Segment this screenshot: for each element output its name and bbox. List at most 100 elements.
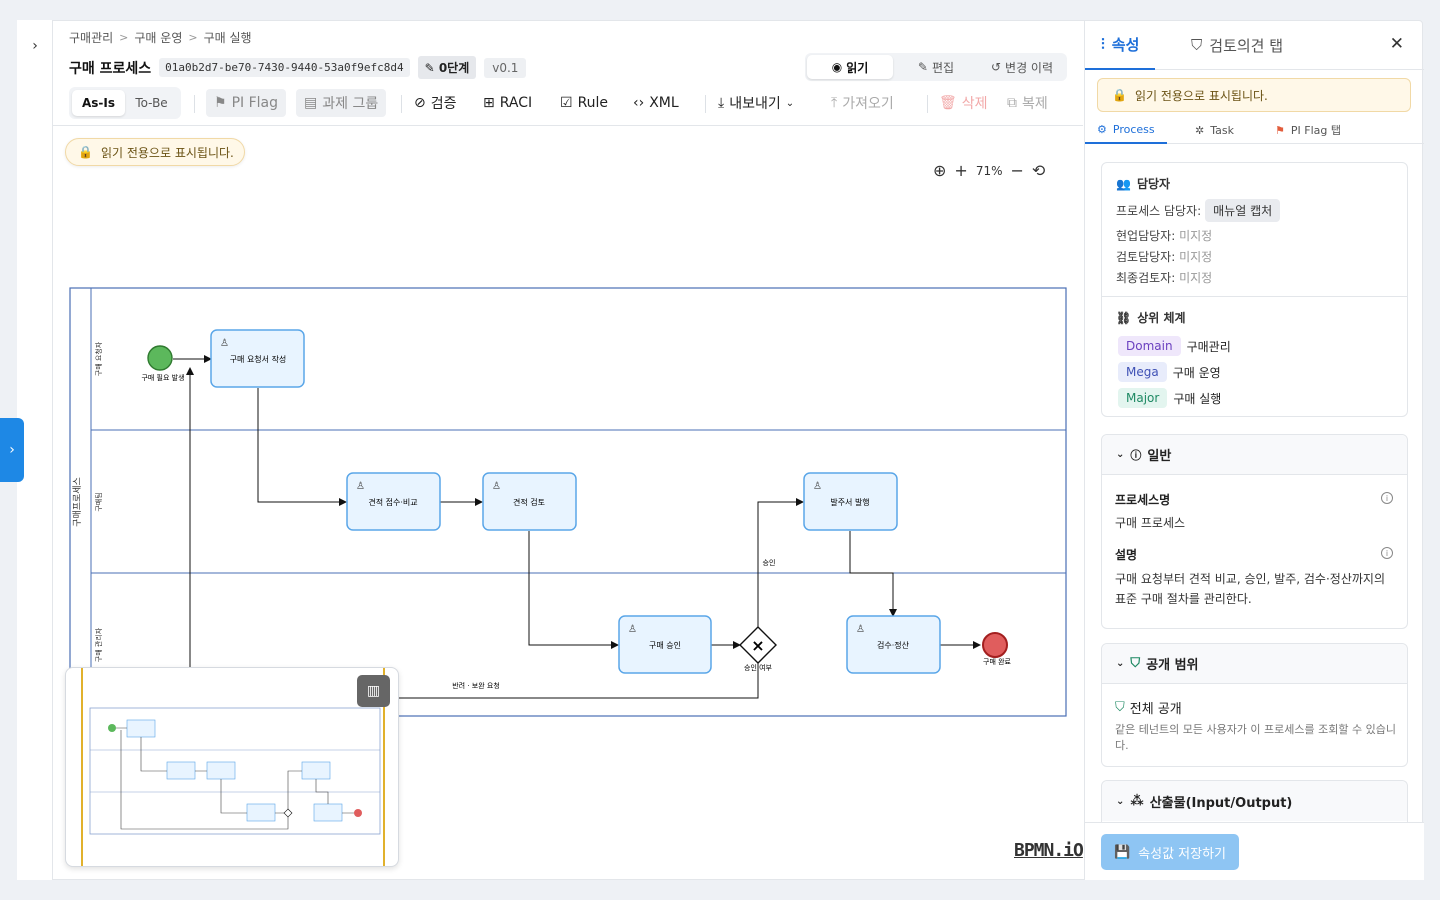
process-name-label: 프로세스명 [1115,493,1171,507]
hierarchy-list: Domain 구매관리 Mega 구매 운영 Major 구매 실행 [1118,333,1231,411]
bpmn-io-logo[interactable]: BPMN.iO [1014,840,1084,861]
subtab-task[interactable]: ✲ Task [1183,116,1246,144]
owner-card: 👥 담당자 프로세스 담당자: 매뉴얼 캡처 현업담당자: 미지정 검토담당자: … [1101,162,1408,417]
description-value: 구매 요청부터 견적 비교, 승인, 발주, 검수·정산까지의 표준 구매 절차… [1115,572,1385,606]
info-icon[interactable]: i [1381,492,1393,504]
zoom-in-icon[interactable]: + [954,161,967,180]
task-t1[interactable]: ♙ 구매 요청서 작성 [210,329,305,388]
task-icon: ✲ [1195,123,1205,137]
task-label: 구매 승인 [649,640,681,650]
user-task-icon: ♙ [813,481,822,492]
user-task-icon: ♙ [856,624,865,635]
zoom-level: 71% [975,163,1003,178]
hierarchy-icon: ⛓ [1116,310,1132,325]
minimap-toggle-button[interactable]: ▥ [357,675,390,707]
panel-readonly-banner: 🔒 읽기 전용으로 표시됩니다. [1097,78,1411,112]
general-header[interactable]: ⌄ ⓘ 일반 [1102,435,1407,475]
tab-review[interactable]: ⛉ 검토의견 탭 [1175,20,1299,70]
hierarchy-value: 구매 운영 [1172,365,1221,380]
side-drawer-toggle[interactable]: › [0,418,24,482]
task-t3[interactable]: ♙ 견적 검토 [482,472,577,531]
hierarchy-row: Mega 구매 운영 [1118,359,1231,385]
flow-label-approve: 승인 [763,558,776,567]
shield-check-icon: ⛉ [1191,36,1203,54]
process-owner-label: 프로세스 담당자: [1116,204,1202,218]
end-event[interactable] [982,632,1008,658]
hierarchy-tag: Domain [1118,336,1181,356]
x-gateway-icon: × [751,636,764,655]
properties-panel: ⫶ 속성 ⛉ 검토의견 탭 ✕ 🔒 읽기 전용으로 표시됩니다. ⚙ Process … [1084,20,1424,880]
chevron-down-icon: ⌄ [1116,449,1125,460]
sliders-icon: ⫶ [1101,35,1105,53]
hierarchy-tag: Mega [1118,362,1167,382]
tab-properties-label: 속성 [1111,35,1140,54]
info-icon: ⓘ [1130,448,1142,462]
fit-view-icon[interactable]: ⟲ [1032,161,1045,180]
locate-icon[interactable]: ⊕ [933,161,946,180]
panel-subtabs: ⚙ Process ✲ Task ⚑ PI Flag 탭 [1085,116,1424,144]
hierarchy-value: 구매관리 [1186,339,1231,354]
lock-icon: 🔒 [1112,88,1127,102]
minimap[interactable]: ▥ [65,667,399,867]
field-owner-row: 현업담당자: 미지정 [1116,227,1212,244]
panel-tabs: ⫶ 속성 ⛉ 검토의견 탭 ✕ [1085,20,1424,70]
hierarchy-value: 구매 실행 [1173,391,1222,406]
save-properties-button[interactable]: 💾 속성값 저장하기 [1101,834,1239,870]
lane-label: 구매 관리자 [94,627,103,662]
task-label: 발주서 발행 [830,497,869,507]
gear-icon: ⚙ [1097,122,1107,136]
io-card: ⌄ ⁂ 산출물(Input/Output) [1101,780,1408,822]
lock-icon: 🔒 [78,145,93,159]
subtab-piflag-label: PI Flag 탭 [1290,124,1341,137]
owner-heading: 👥 담당자 [1116,175,1170,192]
zoom-controls: ⊕ + 71% − ⟲ [933,161,1045,180]
field-owner-value: 미지정 [1179,229,1213,243]
scope-description: 같은 테넌트의 모든 사용자가 이 프로세스를 조회할 수 있습니다. [1115,723,1396,752]
owner-heading-text: 담당자 [1136,177,1171,191]
reviewer-label: 검토담당자: [1116,250,1176,264]
hierarchy-row: Domain 구매관리 [1118,333,1231,359]
task-t5[interactable]: ♙ 발주서 발행 [803,472,898,531]
hierarchy-tag: Major [1118,388,1168,408]
gateway-label: 승인 여부 [744,663,773,672]
final-reviewer-label: 최종검토자: [1116,271,1176,285]
flow-label-reject: 반려 · 보완 요청 [452,681,500,690]
user-task-icon: ♙ [628,624,637,635]
task-t6[interactable]: ♙ 검수·정산 [846,615,941,674]
close-icon[interactable]: ✕ [1390,34,1404,54]
shield-check-icon: ⛉ [1115,700,1125,715]
task-t2[interactable]: ♙ 견적 접수·비교 [346,472,441,531]
io-heading: 산출물(Input/Output) [1149,795,1293,811]
save-icon: 💾 [1113,844,1131,860]
reviewer-value: 미지정 [1179,250,1213,264]
flag-icon: ⚑ [1275,123,1285,137]
hierarchy-heading: ⛓ 상위 체계 [1116,309,1186,326]
chevron-right-icon: › [9,442,15,458]
panel-readonly-text: 읽기 전용으로 표시됩니다. [1134,88,1268,103]
zoom-out-icon[interactable]: − [1010,161,1023,180]
info-icon[interactable]: i [1381,547,1393,559]
minimap-preview [81,668,385,866]
readonly-text: 읽기 전용으로 표시됩니다. [100,145,234,160]
expand-sidebar-icon[interactable]: › [27,38,43,54]
lane-label: 구매팀 [95,492,103,511]
general-heading: 일반 [1147,449,1172,464]
io-header[interactable]: ⌄ ⁂ 산출물(Input/Output) [1102,781,1407,821]
hierarchy-row: Major 구매 실행 [1118,385,1231,411]
user-task-icon: ♙ [356,481,365,492]
scope-header[interactable]: ⌄ ⛉ 공개 범위 [1102,644,1407,684]
tab-review-label: 검토의견 탭 [1209,36,1284,55]
subtab-process[interactable]: ⚙ Process [1085,116,1167,144]
final-reviewer-value: 미지정 [1179,271,1213,285]
lane-label: 구매 요청자 [94,341,103,376]
general-card: ⌄ ⓘ 일반 프로세스명 i 구매 프로세스 설명 i 구매 요청부터 견적 비교,… [1101,434,1408,629]
start-event-label: 구매 필요 발생 [141,373,184,382]
subtab-piflag[interactable]: ⚑ PI Flag 탭 [1263,116,1353,144]
pool-label: 구매프로세스 [72,477,83,527]
tab-properties[interactable]: ⫶ 속성 [1085,20,1156,70]
scope-value-row: ⛉ 전체 공개 [1115,698,1182,717]
start-event[interactable] [147,345,173,371]
map-icon: ▥ [366,683,381,699]
io-icon: ⁂ [1130,793,1144,809]
task-t4[interactable]: ♙ 구매 승인 [618,615,712,674]
